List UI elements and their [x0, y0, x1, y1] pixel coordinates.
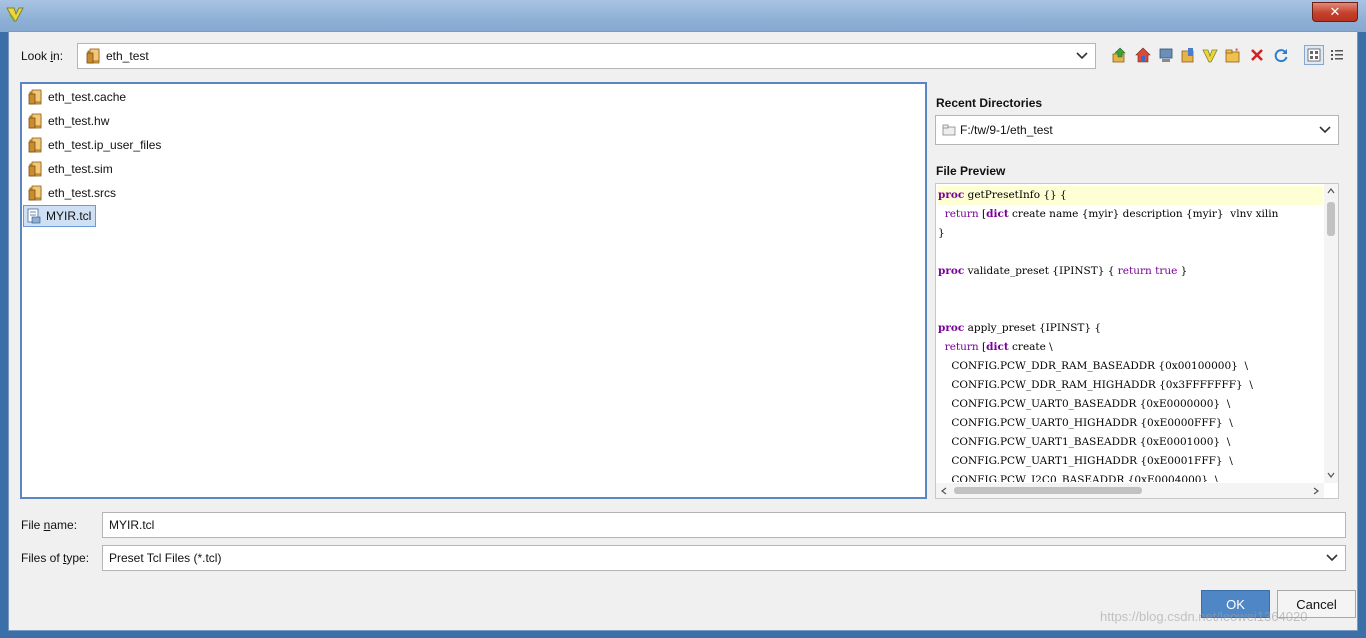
list-view-icon[interactable]	[1328, 46, 1346, 64]
up-folder-icon[interactable]	[1110, 46, 1128, 64]
bookmarks-icon[interactable]	[1179, 46, 1197, 64]
file-name-input[interactable]: MYIR.tcl	[102, 512, 1346, 538]
look-in-combo[interactable]: eth_test	[77, 43, 1096, 69]
file-name: eth_test.cache	[48, 90, 127, 104]
vertical-scrollbar[interactable]	[1324, 184, 1338, 483]
code-line: CONFIG.PCW_UART1_HIGHADDR {0xE0001FFF} \	[938, 455, 1233, 467]
file-name: eth_test.sim	[48, 162, 113, 176]
chevron-down-icon	[1069, 44, 1095, 68]
watermark-text: https://blog.csdn.net/leowei1364020	[1100, 609, 1308, 624]
scroll-down-icon[interactable]	[1327, 472, 1335, 478]
recent-directories-label: Recent Directories	[936, 96, 1043, 110]
horizontal-scrollbar[interactable]	[936, 483, 1324, 498]
file-name: eth_test.srcs	[48, 186, 117, 200]
list-item-folder[interactable]: eth_test.srcs	[26, 182, 120, 204]
file-preview-label: File Preview	[936, 164, 1006, 178]
code-line: CONFIG.PCW_DDR_RAM_HIGHADDR {0x3FFFFFFF}…	[938, 379, 1253, 391]
delete-icon[interactable]	[1248, 46, 1266, 64]
project-icon[interactable]	[1201, 46, 1219, 64]
file-name: MYIR.tcl	[46, 209, 92, 223]
folder-icon	[28, 185, 42, 201]
list-item-folder[interactable]: eth_test.hw	[26, 110, 113, 132]
code-line: CONFIG.PCW_I2C0_BASEADDR {0xE0004000} \	[938, 474, 1219, 482]
folder-icon	[28, 113, 42, 129]
chevron-down-icon	[1312, 116, 1338, 144]
tcl-file-icon	[27, 208, 41, 224]
home-icon[interactable]	[1134, 46, 1152, 64]
files-of-type-value: Preset Tcl Files (*.tcl)	[109, 551, 222, 565]
folder-icon	[28, 137, 42, 153]
folder-icon	[28, 89, 42, 105]
new-folder-icon[interactable]: *	[1224, 46, 1242, 64]
list-item-folder[interactable]: eth_test.sim	[26, 158, 117, 180]
close-button[interactable]: ✕	[1312, 2, 1358, 22]
code-line: return [dict create \	[944, 341, 1053, 353]
recent-directories-combo[interactable]: F:/tw/9-1/eth_test	[935, 115, 1339, 145]
svg-text:*: *	[1235, 47, 1239, 55]
folder-icon	[86, 48, 100, 64]
vivado-logo-icon	[6, 7, 24, 22]
computer-icon[interactable]	[1157, 46, 1175, 64]
files-of-type-label: Files of type:	[21, 551, 90, 565]
scroll-right-icon[interactable]	[1313, 487, 1319, 495]
file-preview-pane[interactable]: proc getPresetInfo {} { return [dict cre…	[935, 183, 1339, 499]
chevron-down-icon	[1319, 546, 1345, 570]
code-line: }	[938, 227, 945, 239]
recent-directory-value: F:/tw/9-1/eth_test	[960, 123, 1053, 137]
code-preview: proc getPresetInfo {} { return [dict cre…	[937, 185, 1323, 482]
list-item-file-selected[interactable]: MYIR.tcl	[23, 205, 97, 227]
list-item-folder[interactable]: eth_test.cache	[26, 86, 130, 108]
scroll-left-icon[interactable]	[941, 487, 947, 495]
code-line: proc getPresetInfo {} {	[937, 186, 1323, 205]
file-list[interactable]: eth_test.cache eth_test.hw eth_test.ip_u…	[20, 82, 927, 499]
vertical-scroll-thumb[interactable]	[1327, 202, 1335, 236]
code-line: CONFIG.PCW_UART0_HIGHADDR {0xE0000FFF} \	[938, 417, 1233, 429]
title-bar: ✕	[0, 0, 1366, 32]
code-line: CONFIG.PCW_DDR_RAM_BASEADDR {0x00100000}…	[938, 360, 1249, 372]
folder-outline-icon	[942, 124, 956, 136]
refresh-icon[interactable]	[1272, 46, 1290, 64]
code-line: proc apply_preset {IPINST} {	[938, 322, 1102, 334]
horizontal-scroll-thumb[interactable]	[954, 487, 1142, 494]
file-name: eth_test.ip_user_files	[48, 138, 162, 152]
look-in-value: eth_test	[106, 49, 149, 63]
code-line: proc validate_preset {IPINST} { return t…	[938, 265, 1188, 277]
file-name-label: File name:	[21, 518, 78, 532]
scroll-up-icon[interactable]	[1327, 188, 1335, 194]
code-line: return [dict create name {myir} descript…	[944, 208, 1279, 220]
code-line: CONFIG.PCW_UART1_BASEADDR {0xE0001000} \	[938, 436, 1231, 448]
file-name: eth_test.hw	[48, 114, 110, 128]
list-item-folder[interactable]: eth_test.ip_user_files	[26, 134, 165, 156]
folder-icon	[28, 161, 42, 177]
files-of-type-combo[interactable]: Preset Tcl Files (*.tcl)	[102, 545, 1346, 571]
code-line: CONFIG.PCW_UART0_BASEADDR {0xE0000000} \	[938, 398, 1231, 410]
look-in-label: Look in:	[21, 49, 64, 63]
grid-view-icon[interactable]	[1304, 45, 1324, 65]
